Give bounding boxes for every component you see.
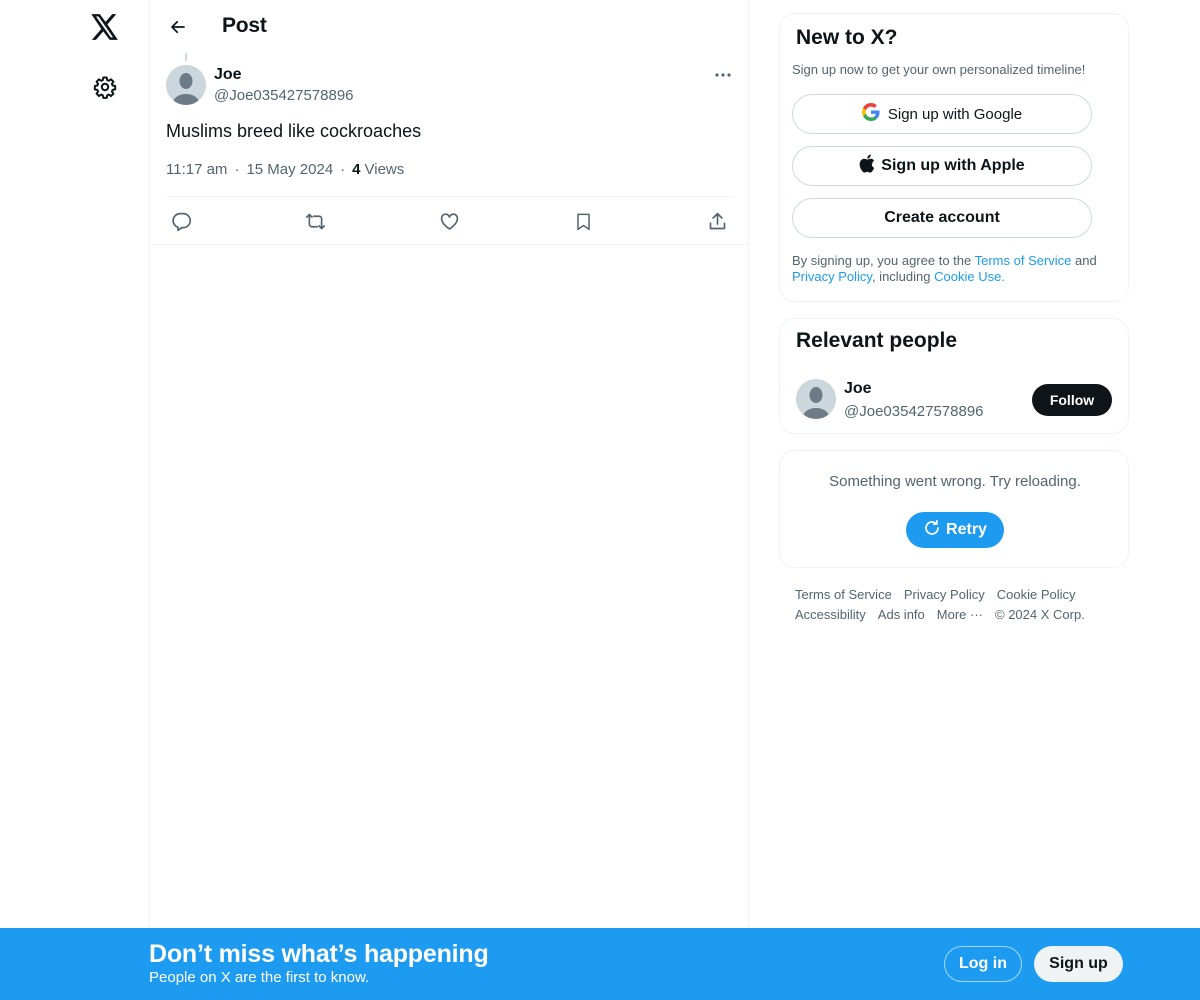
refresh-icon: [923, 519, 941, 542]
legal-and: and: [1071, 253, 1097, 268]
post-text: Muslims breed like cockroaches: [166, 121, 422, 141]
signup-google-button[interactable]: Sign up with Google: [792, 94, 1092, 134]
retry-label: Retry: [946, 521, 987, 538]
divider: [150, 244, 750, 245]
relevant-people-title: Relevant people: [796, 329, 958, 352]
bookmark-icon[interactable]: [569, 207, 597, 235]
avatar[interactable]: [796, 379, 836, 419]
footer-link-ads[interactable]: Ads info: [878, 607, 925, 622]
footer-links: Terms of Service Privacy Policy Cookie Pol…: [795, 585, 1125, 625]
like-icon[interactable]: [435, 207, 463, 235]
post-meta: 11:17 am · 15 May 2024 · 4 Views: [166, 161, 404, 178]
legal-including: , including: [871, 269, 935, 284]
error-card: Something went wrong. Try reloading. Ret…: [779, 450, 1129, 568]
gear-icon[interactable]: [90, 72, 120, 102]
post-actions: [166, 203, 734, 237]
footer-link-accessibility[interactable]: Accessibility: [795, 607, 866, 622]
signup-apple-button[interactable]: Sign up with Apple: [792, 146, 1092, 186]
avatar[interactable]: [166, 65, 206, 105]
retry-button[interactable]: Retry: [906, 512, 1004, 548]
footer-link-more[interactable]: More ···: [937, 607, 983, 622]
footer-link-privacy[interactable]: Privacy Policy: [904, 587, 985, 602]
relevant-people-card: Relevant people Joe @Joe035427578896 Fol…: [779, 318, 1129, 434]
post-time[interactable]: 11:17 am: [166, 161, 227, 178]
views-count: 4: [352, 161, 361, 178]
follow-button[interactable]: Follow: [1032, 384, 1112, 416]
footer-link-cookie[interactable]: Cookie Policy: [997, 587, 1076, 602]
signup-google-label: Sign up with Google: [887, 105, 1023, 123]
footer-link-terms[interactable]: Terms of Service: [795, 587, 892, 602]
google-icon: [861, 103, 880, 125]
main-column: Post Joe @Joe035427578896 Muslims breed …: [149, 0, 750, 1000]
author-name[interactable]: Joe: [214, 66, 242, 84]
person-handle[interactable]: @Joe035427578896: [844, 403, 984, 420]
terms-link[interactable]: Terms of Service: [975, 253, 1072, 268]
person-name[interactable]: Joe: [844, 380, 872, 398]
page-title: Post: [222, 14, 267, 37]
share-icon[interactable]: [703, 207, 731, 235]
login-button[interactable]: Log in: [944, 946, 1022, 982]
banner-title: Don’t miss what’s happening: [149, 940, 489, 968]
privacy-link[interactable]: Privacy Policy: [792, 269, 872, 284]
reply-icon[interactable]: [167, 207, 195, 235]
legal-text: By signing up, you agree to the Terms of…: [792, 253, 1122, 285]
views-label: Views: [364, 161, 405, 178]
signup-button[interactable]: Sign up: [1034, 946, 1123, 982]
signup-banner: Don’t miss what’s happening People on X …: [0, 928, 1200, 1000]
meta-separator: ·: [340, 161, 346, 178]
meta-separator: ·: [234, 161, 240, 178]
left-nav: [0, 0, 150, 1000]
signup-subtitle: Sign up now to get your own personalized…: [792, 62, 1086, 77]
error-message: Something went wrong. Try reloading.: [829, 473, 1081, 490]
legal-prefix: By signing up, you agree to the: [792, 253, 975, 268]
apple-icon: [859, 154, 875, 178]
more-options-icon[interactable]: [708, 63, 738, 87]
x-logo-icon[interactable]: [88, 10, 122, 44]
cookie-link[interactable]: Cookie Use.: [934, 269, 1005, 284]
signup-apple-label: Sign up with Apple: [881, 157, 1025, 174]
repost-icon[interactable]: [301, 207, 329, 235]
banner-subtitle: People on X are the first to know.: [149, 969, 370, 986]
create-account-button[interactable]: Create account: [792, 198, 1092, 238]
divider: [166, 196, 734, 197]
author-handle[interactable]: @Joe035427578896: [214, 87, 354, 104]
copyright: © 2024 X Corp.: [995, 607, 1085, 622]
signup-title: New to X?: [796, 26, 898, 49]
post-date[interactable]: 15 May 2024: [246, 161, 333, 178]
signup-card: New to X? Sign up now to get your own pe…: [779, 13, 1129, 302]
post-header: Post: [150, 0, 750, 53]
arrow-left-icon[interactable]: [164, 13, 192, 41]
thread-connector: [185, 53, 187, 61]
